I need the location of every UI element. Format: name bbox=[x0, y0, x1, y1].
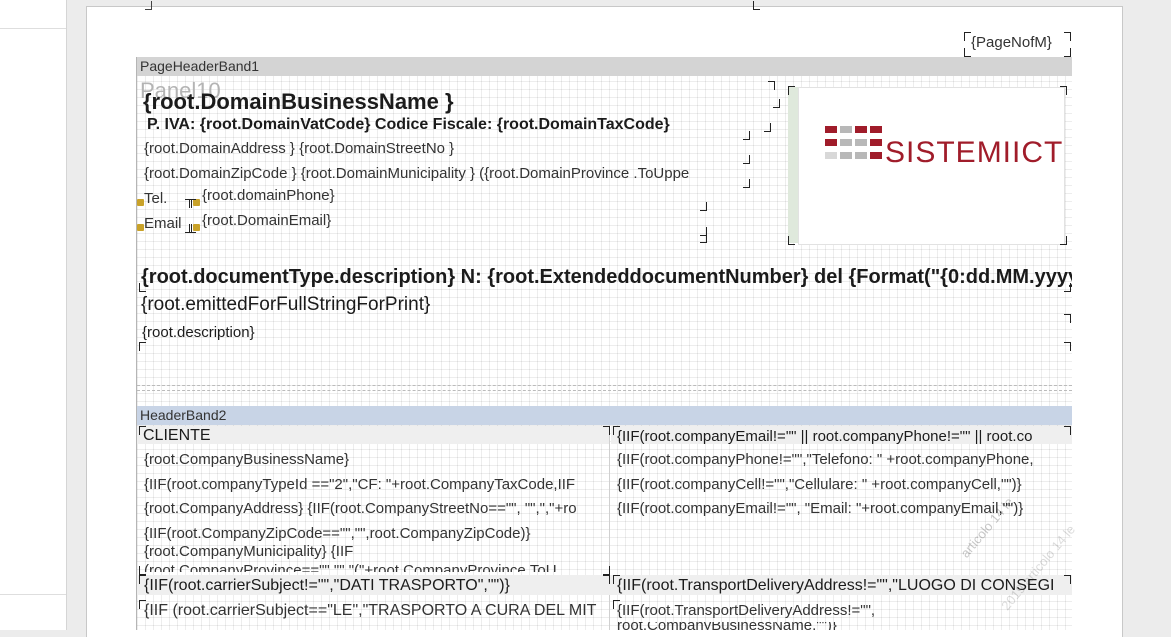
selection-marker bbox=[764, 123, 771, 132]
selection-marker bbox=[1064, 48, 1071, 57]
selection-marker bbox=[139, 600, 146, 609]
page-margin-marker bbox=[753, 1, 760, 10]
selection-marker bbox=[1064, 32, 1071, 41]
selection-marker bbox=[603, 426, 610, 435]
domain-email-value[interactable]: {root.DomainEmail} bbox=[202, 212, 331, 229]
contact-line[interactable]: {IIF(root.companyEmail!="", "Email: "+ro… bbox=[617, 500, 1023, 517]
selection-marker bbox=[139, 426, 146, 435]
delivery-header[interactable]: {IIF(root.TransportDeliveryAddress!="","… bbox=[617, 577, 1072, 595]
selection-marker bbox=[139, 283, 146, 292]
left-side-panel bbox=[0, 0, 67, 630]
contact-line[interactable]: {IIF(root.companyEmail!="" || root.compa… bbox=[617, 428, 1032, 445]
column-divider bbox=[609, 426, 610, 630]
cliente-label[interactable]: CLIENTE bbox=[143, 427, 211, 445]
selection-marker bbox=[964, 32, 971, 41]
page-n-of-m-field[interactable]: {PageNofM} bbox=[971, 34, 1052, 51]
selection-marker bbox=[139, 575, 146, 584]
logo-left-strip bbox=[788, 87, 798, 243]
contact-line[interactable]: {IIF(root.companyPhone!="","Telefono: " … bbox=[617, 451, 1034, 468]
domain-email-label[interactable]: Email bbox=[144, 215, 182, 232]
selection-marker bbox=[613, 575, 620, 584]
selection-marker bbox=[773, 99, 780, 108]
selection-marker bbox=[613, 426, 620, 435]
domain-zip-line[interactable]: {root.DomainZipCode } {root.DomainMunici… bbox=[144, 165, 750, 182]
selection-marker bbox=[768, 81, 775, 90]
page-header-band-title[interactable]: PageHeaderBand1 bbox=[137, 57, 1072, 76]
domain-business-name[interactable]: {root.DomainBusinessName } bbox=[143, 89, 454, 115]
transport-line[interactable]: {IIF (root.carrierSubject=="LE","TRASPOR… bbox=[144, 602, 607, 620]
domain-address-line[interactable]: {root.DomainAddress } {root.DomainStreet… bbox=[144, 140, 454, 157]
selection-marker bbox=[139, 342, 146, 351]
emitted-for-line[interactable]: {root.emittedForFullStringForPrint} bbox=[141, 294, 430, 316]
selection-marker bbox=[1064, 283, 1071, 292]
selection-marker bbox=[743, 155, 750, 164]
field-icon bbox=[137, 199, 144, 206]
cliente-line[interactable]: {IIF(root.CompanyZipCode=="","",root.Com… bbox=[144, 525, 530, 542]
selection-marker bbox=[189, 224, 196, 233]
domain-vat-line[interactable]: P. IVA: {root.DomainVatCode} Codice Fisc… bbox=[147, 116, 670, 134]
transport-header[interactable]: {IIF(root.carrierSubject!="","DATI TRASP… bbox=[144, 577, 510, 595]
selection-marker bbox=[964, 48, 971, 57]
delivery-line[interactable]: {IIF(root.TransportDeliveryAddress!="", bbox=[617, 602, 875, 619]
selection-marker bbox=[139, 566, 146, 575]
header-band-title[interactable]: HeaderBand2 bbox=[137, 406, 1072, 425]
selection-marker bbox=[603, 566, 610, 575]
cliente-line[interactable]: {IIF(root.companyTypeId =="2","CF: "+roo… bbox=[144, 476, 608, 493]
selection-marker bbox=[1060, 236, 1067, 245]
band-separator bbox=[137, 390, 1072, 391]
delivery-line[interactable]: root.CompanyBusinessName,"")} bbox=[617, 622, 837, 630]
selection-marker bbox=[1060, 86, 1067, 95]
cliente-line[interactable]: {root.CompanyMunicipality} {IIF bbox=[144, 543, 353, 560]
contact-line[interactable]: {IIF(root.companyCell!="","Cellulare: " … bbox=[617, 476, 1022, 493]
selection-marker bbox=[189, 199, 196, 208]
document-description[interactable]: {root.description} bbox=[142, 324, 255, 341]
selection-marker bbox=[1064, 575, 1071, 584]
cliente-line[interactable]: {root.CompanyAddress} {IIF(root.CompanyS… bbox=[144, 500, 608, 517]
report-design-area[interactable]: PageHeaderBand1 Panel10 {root.DomainBusi… bbox=[136, 57, 1072, 630]
selection-marker bbox=[1064, 426, 1071, 435]
cliente-line[interactable]: {root.CompanyBusinessName} bbox=[144, 451, 349, 468]
selection-marker bbox=[603, 575, 610, 584]
selection-marker bbox=[700, 234, 707, 243]
logo-text: SISTEMIICT bbox=[885, 136, 1064, 169]
domain-phone-label[interactable]: Tel. bbox=[144, 190, 167, 207]
selection-marker bbox=[1064, 342, 1071, 351]
side-panel-divider bbox=[0, 28, 66, 29]
selection-marker bbox=[700, 202, 707, 211]
side-panel-divider bbox=[0, 594, 66, 595]
domain-phone-value[interactable]: {root.domainPhone} bbox=[202, 187, 335, 204]
selection-marker bbox=[743, 179, 750, 188]
field-icon bbox=[137, 224, 144, 231]
cliente-clipped-line: (root.CompanyProvince=="" "" "("+root.Co… bbox=[137, 559, 609, 572]
selection-marker bbox=[613, 600, 620, 609]
selection-marker bbox=[788, 86, 795, 95]
band-separator bbox=[137, 385, 1072, 386]
selection-marker bbox=[1064, 314, 1071, 323]
document-title-line[interactable]: {root.documentType.description} N: {root… bbox=[141, 266, 1072, 289]
selection-marker bbox=[788, 236, 795, 245]
selection-marker bbox=[743, 131, 750, 140]
delivery-clipped-line: root.CompanyBusinessName,"")} bbox=[611, 622, 1071, 630]
cliente-line[interactable]: (root.CompanyProvince=="" "" "("+root.Co… bbox=[144, 562, 557, 572]
page-margin-marker bbox=[145, 1, 152, 10]
company-logo[interactable]: SISTEMIICT bbox=[798, 87, 1065, 245]
